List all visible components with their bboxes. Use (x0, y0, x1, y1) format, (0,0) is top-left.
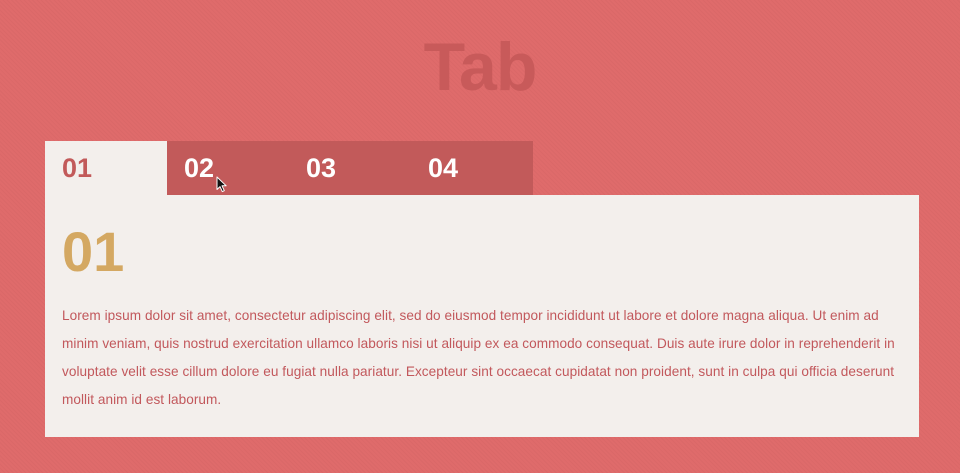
tab-02[interactable]: 02 (167, 141, 289, 195)
tab-panel: 01 Lorem ipsum dolor sit amet, consectet… (45, 195, 919, 437)
tab-03[interactable]: 03 (289, 141, 411, 195)
page-title: Tab (423, 29, 538, 105)
tab-04[interactable]: 04 (411, 141, 533, 195)
tab-01[interactable]: 01 (45, 141, 167, 195)
panel-number: 01 (62, 220, 125, 283)
panel-text: Lorem ipsum dolor sit amet, consectetur … (62, 308, 895, 407)
tab-bar: 01 02 03 04 (45, 141, 533, 195)
